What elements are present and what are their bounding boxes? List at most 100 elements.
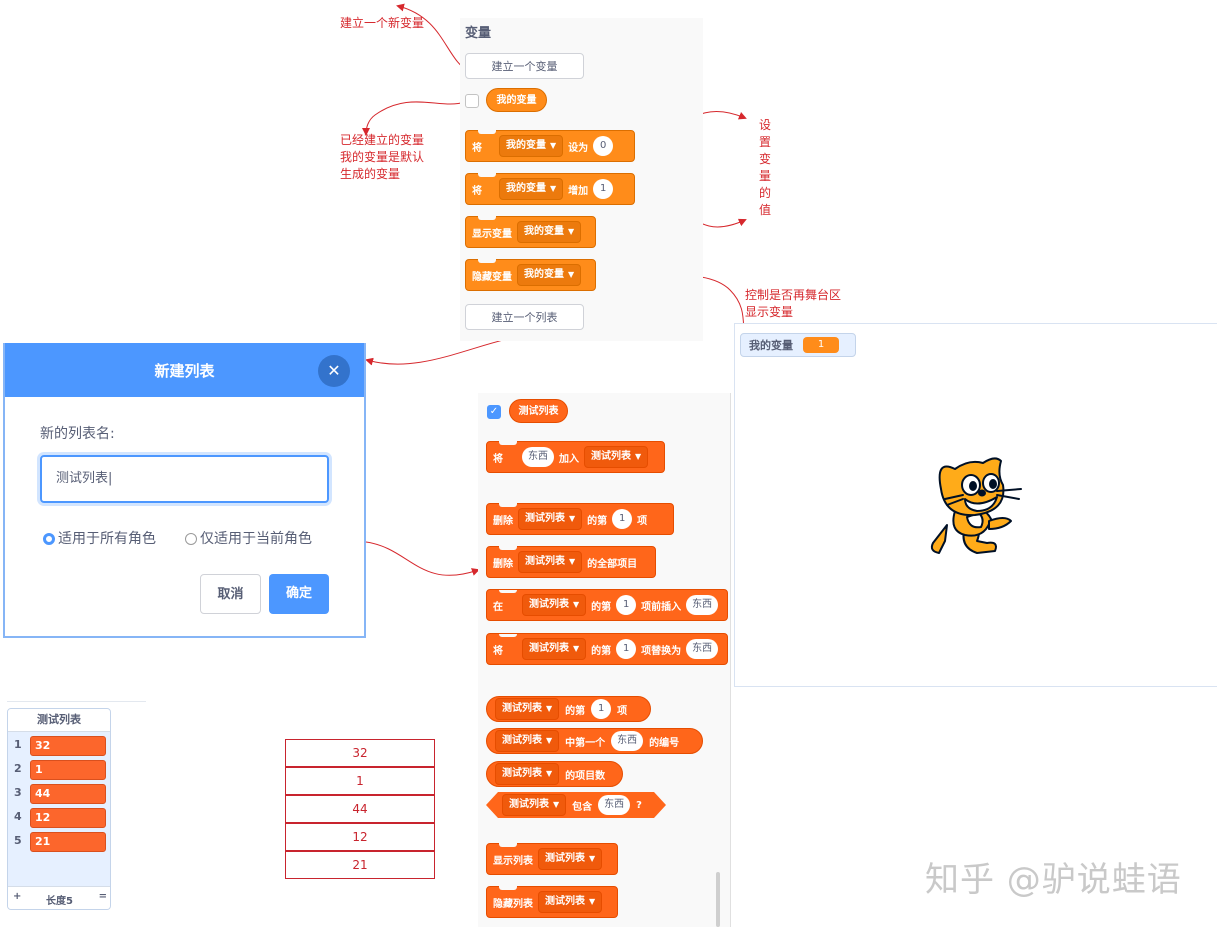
show-variable-block[interactable]: 显示变量 我的变量 ▼ xyxy=(465,216,596,248)
list-dropdown[interactable]: 测试列表 ▼ xyxy=(522,594,587,616)
cat-sprite[interactable] xyxy=(925,455,1025,561)
dropdown-arrow-icon: ▼ xyxy=(546,769,553,778)
list-length-label: 长度5 xyxy=(46,896,73,907)
annotation-set-value: 设 置 变 量 的 值 xyxy=(758,118,771,217)
category-title: 变量 xyxy=(465,26,492,41)
dropdown-arrow-icon: ▼ xyxy=(589,897,596,906)
table-cell: 32 xyxy=(285,739,435,767)
index-input[interactable]: 1 xyxy=(591,699,612,719)
replace-item-block[interactable]: 将 测试列表 ▼ 的第 1 项替换为 东西 xyxy=(486,633,728,665)
variable-monitor[interactable]: 我的变量 1 xyxy=(740,333,856,357)
list-dropdown[interactable]: 测试列表 ▼ xyxy=(495,698,560,720)
variable-reporter[interactable]: 我的变量 xyxy=(486,88,547,112)
dialog-header: 新建列表 ✕ xyxy=(5,343,364,397)
ok-button[interactable]: 确定 xyxy=(269,574,329,614)
dropdown-arrow-icon: ▼ xyxy=(569,557,576,566)
item-input[interactable]: 东西 xyxy=(598,795,630,815)
dropdown-arrow-icon: ▼ xyxy=(573,600,580,609)
index-of-item-reporter[interactable]: 测试列表 ▼ 中第一个 东西 的编号 xyxy=(486,728,703,754)
hide-variable-block[interactable]: 隐藏变量 我的变量 ▼ xyxy=(465,259,596,291)
item-input[interactable]: 东西 xyxy=(686,595,719,615)
variable-dropdown[interactable]: 我的变量 ▼ xyxy=(517,221,582,243)
list-dropdown[interactable]: 测试列表 ▼ xyxy=(495,730,560,752)
list-dropdown[interactable]: 测试列表 ▼ xyxy=(584,446,649,468)
list-item[interactable]: 3 44 xyxy=(8,783,110,805)
radio-all-sprites[interactable] xyxy=(43,533,55,545)
index-input[interactable]: 1 xyxy=(612,509,633,529)
insert-item-block[interactable]: 在 测试列表 ▼ 的第 1 项前插入 东西 xyxy=(486,589,728,621)
add-to-list-block[interactable]: 将 东西 加入 测试列表 ▼ xyxy=(486,441,665,473)
list-monitor[interactable]: 测试列表 1 32 2 1 3 44 4 12 5 21 + 长度5 = xyxy=(7,708,111,910)
close-icon[interactable]: ✕ xyxy=(318,355,350,387)
variable-checkbox[interactable] xyxy=(465,94,479,108)
annotation-new-variable: 建立一个新变量 xyxy=(340,16,425,30)
list-length-reporter[interactable]: 测试列表 ▼ 的项目数 xyxy=(486,761,623,787)
text-cursor: | xyxy=(108,471,113,486)
dropdown-arrow-icon: ▼ xyxy=(589,854,596,863)
dropdown-arrow-icon: ▼ xyxy=(546,704,553,713)
list-dropdown[interactable]: 测试列表 ▼ xyxy=(502,794,566,816)
item-input[interactable]: 东西 xyxy=(522,447,554,467)
make-list-button[interactable]: 建立一个列表 xyxy=(465,304,584,330)
value-input[interactable]: 0 xyxy=(593,136,614,156)
dropdown-arrow-icon: ▼ xyxy=(550,141,557,150)
list-dropdown[interactable]: 测试列表 ▼ xyxy=(495,763,560,785)
index-input[interactable]: 1 xyxy=(616,595,637,615)
annotation-show-control: 控制是否再舞台区 显示变量 xyxy=(745,288,842,319)
variable-dropdown[interactable]: 我的变量 ▼ xyxy=(517,264,582,286)
item-input[interactable]: 东西 xyxy=(611,731,644,751)
table-cell: 12 xyxy=(285,823,435,851)
variable-dropdown[interactable]: 我的变量 ▼ xyxy=(499,135,564,157)
annotation-existing-variable: 已经建立的变量 我的变量是默认 生成的变量 xyxy=(340,133,425,181)
dropdown-arrow-icon: ▼ xyxy=(568,270,575,279)
divider xyxy=(7,701,146,702)
variable-dropdown[interactable]: 我的变量 ▼ xyxy=(499,178,564,200)
list-dropdown[interactable]: 测试列表 ▼ xyxy=(518,508,583,530)
list-item[interactable]: 1 32 xyxy=(8,735,110,757)
item-input[interactable]: 东西 xyxy=(686,639,719,659)
list-item[interactable]: 2 1 xyxy=(8,759,110,781)
cancel-button[interactable]: 取消 xyxy=(200,574,261,614)
list-monitor-footer: + 长度5 = xyxy=(8,886,110,909)
list-reporter[interactable]: 测试列表 xyxy=(509,399,568,423)
list-item[interactable]: 4 12 xyxy=(8,807,110,829)
list-name-label: 新的列表名: xyxy=(40,426,115,442)
table-cell: 1 xyxy=(285,767,435,795)
palette-scrollbar[interactable] xyxy=(716,872,720,927)
radio-current-sprite-label: 仅适用于当前角色 xyxy=(200,531,312,547)
change-variable-block[interactable]: 将 我的变量 ▼ 增加 1 xyxy=(465,173,635,205)
dropdown-arrow-icon: ▼ xyxy=(569,514,576,523)
list-dropdown[interactable]: 测试列表 ▼ xyxy=(538,848,603,870)
list-name-input[interactable]: 测试列表| xyxy=(40,455,329,503)
add-item-button[interactable]: + xyxy=(13,891,21,902)
list-dropdown[interactable]: 测试列表 ▼ xyxy=(522,638,587,660)
check-icon: ✓ xyxy=(489,406,499,417)
radio-current-sprite[interactable] xyxy=(185,533,197,545)
show-list-block[interactable]: 显示列表 测试列表 ▼ xyxy=(486,843,618,875)
list-dropdown[interactable]: 测试列表 ▼ xyxy=(538,891,603,913)
index-input[interactable]: 1 xyxy=(616,639,637,659)
set-variable-block[interactable]: 将 我的变量 ▼ 设为 0 xyxy=(465,130,635,162)
list-dropdown[interactable]: 测试列表 ▼ xyxy=(518,551,583,573)
variable-monitor-value: 1 xyxy=(803,337,839,353)
dropdown-arrow-icon: ▼ xyxy=(546,736,553,745)
watermark: 知乎 @驴说蛙语 xyxy=(925,860,1182,900)
list-checkbox[interactable]: ✓ xyxy=(487,405,501,419)
resize-handle[interactable]: = xyxy=(99,891,107,902)
dialog-title: 新建列表 xyxy=(154,362,215,380)
hide-list-block[interactable]: 隐藏列表 测试列表 ▼ xyxy=(486,886,618,918)
list-item[interactable]: 5 21 xyxy=(8,831,110,853)
dropdown-arrow-icon: ▼ xyxy=(573,644,580,653)
list-monitor-title: 测试列表 xyxy=(8,709,110,732)
table-cell: 44 xyxy=(285,795,435,823)
delete-all-block[interactable]: 删除 测试列表 ▼ 的全部项目 xyxy=(486,546,656,578)
radio-all-sprites-label: 适用于所有角色 xyxy=(58,531,156,547)
item-of-list-reporter[interactable]: 测试列表 ▼ 的第 1 项 xyxy=(486,696,651,722)
table-cell: 21 xyxy=(285,851,435,879)
dropdown-arrow-icon: ▼ xyxy=(568,227,575,236)
dropdown-arrow-icon: ▼ xyxy=(550,184,557,193)
make-variable-button[interactable]: 建立一个变量 xyxy=(465,53,584,79)
value-input[interactable]: 1 xyxy=(593,179,614,199)
delete-item-block[interactable]: 删除 测试列表 ▼ 的第 1 项 xyxy=(486,503,674,535)
list-contains-block[interactable]: 测试列表 ▼ 包含 东西 ? xyxy=(486,792,666,818)
